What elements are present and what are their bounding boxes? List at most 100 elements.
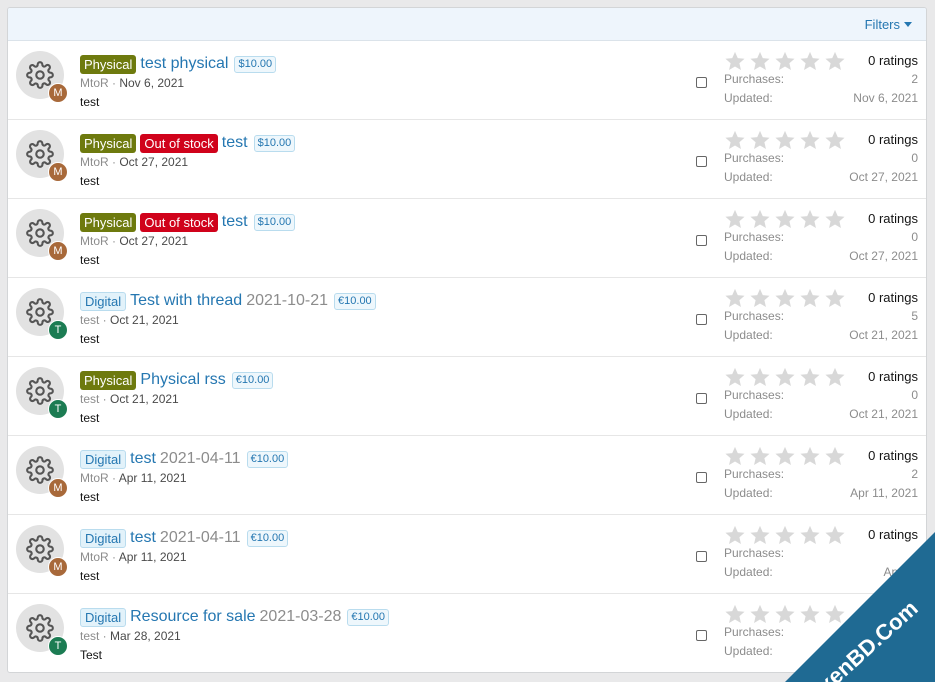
star-icon xyxy=(774,366,796,388)
star-icon xyxy=(824,208,846,230)
star-icon xyxy=(824,129,846,151)
author-link[interactable]: MtoR xyxy=(80,550,109,564)
resource-tagline: test xyxy=(80,332,100,346)
prefix-label: Out of stock xyxy=(140,133,218,153)
star-icon xyxy=(774,129,796,151)
purchases-value: 0 xyxy=(911,388,918,402)
purchases-label: Purchases: xyxy=(724,625,785,639)
resource-title-link[interactable]: test xyxy=(222,213,248,231)
star-icon xyxy=(749,524,771,546)
updated-value: Oct 21, 2021 xyxy=(849,328,918,342)
updated-label: Updated: xyxy=(724,91,773,105)
resource-avatar[interactable]: T xyxy=(16,604,68,656)
updated-pair: Updated: Oct 21, 2021 xyxy=(724,407,918,424)
resource-meta: test · Mar 28, 2021 xyxy=(80,629,181,643)
updated-value: Oct 27, 2021 xyxy=(849,170,918,184)
resource-row: M Physical Out of stock test $10.00 MtoR · Oc… xyxy=(8,199,926,278)
resource-row: M Physical test physical $10.00 MtoR · Nov 6… xyxy=(8,41,926,120)
star-icon xyxy=(724,50,746,72)
purchases-pair: Purchases: 5 xyxy=(724,625,918,642)
star-icon xyxy=(774,603,796,625)
resource-avatar[interactable]: T xyxy=(16,367,68,419)
user-avatar[interactable]: M xyxy=(48,478,68,498)
author-link[interactable]: test xyxy=(80,313,99,327)
star-icon xyxy=(749,603,771,625)
resource-avatar[interactable]: M xyxy=(16,130,68,182)
select-checkbox[interactable] xyxy=(696,156,707,167)
ratings-count: 0 ratings xyxy=(868,369,918,384)
updated-pair: Updated: Nov 6, 2021 xyxy=(724,91,918,108)
user-avatar[interactable]: T xyxy=(48,320,68,340)
resource-main: Digital Test with thread 2021-10-21 €10.00 t… xyxy=(80,290,686,346)
author-link[interactable]: MtoR xyxy=(80,155,109,169)
resource-title-link[interactable]: test physical xyxy=(140,55,228,73)
resource-avatar[interactable]: M xyxy=(16,525,68,577)
author-link[interactable]: test xyxy=(80,629,99,643)
user-avatar[interactable]: M xyxy=(48,162,68,182)
star-icon xyxy=(774,287,796,309)
resource-title-link[interactable]: test xyxy=(130,450,156,468)
resource-title-line: Digital Resource for sale 2021-03-28 €10.00 xyxy=(80,606,686,628)
resource-title-link[interactable]: Resource for sale xyxy=(130,608,255,626)
price-badge: €10.00 xyxy=(334,292,376,310)
resource-tagline: test xyxy=(80,174,100,188)
resource-avatar[interactable]: T xyxy=(16,288,68,340)
updated-value: Apr 11 xyxy=(883,565,918,579)
select-checkbox[interactable] xyxy=(696,77,707,88)
filters-button[interactable]: Filters xyxy=(865,17,912,32)
user-avatar[interactable]: M xyxy=(48,83,68,103)
price-badge: €10.00 xyxy=(231,371,274,389)
select-checkbox[interactable] xyxy=(696,393,707,404)
resource-avatar[interactable]: M xyxy=(16,51,68,103)
user-avatar[interactable]: M xyxy=(48,557,68,577)
resource-date: Oct 27, 2021 xyxy=(119,155,189,169)
user-avatar[interactable]: T xyxy=(48,636,68,656)
star-icon xyxy=(774,524,796,546)
resource-row: M Physical Out of stock test $10.00 MtoR · Oc… xyxy=(8,120,926,199)
resource-title-link[interactable]: test xyxy=(222,134,248,152)
purchases-pair: Purchases: 0 xyxy=(724,151,918,168)
resource-row: T Physical Physical rss €10.00 test · Oct 21… xyxy=(8,357,926,436)
author-link[interactable]: MtoR xyxy=(80,234,109,248)
select-checkbox[interactable] xyxy=(696,235,707,246)
purchases-pair: Purchases: xyxy=(724,546,918,563)
user-avatar[interactable]: T xyxy=(48,399,68,419)
star-icon xyxy=(799,208,821,230)
resource-title-line: Digital test 2021-04-11 €10.00 xyxy=(80,527,686,549)
resource-date: Nov 6, 2021 xyxy=(119,76,185,90)
user-avatar[interactable]: M xyxy=(48,241,68,261)
ratings-count: 0 ratings xyxy=(868,290,918,305)
select-checkbox[interactable] xyxy=(696,314,707,325)
resource-main: Digital Resource for sale 2021-03-28 €10.00… xyxy=(80,606,686,662)
star-icon xyxy=(749,50,771,72)
resource-main: Physical Out of stock test $10.00 MtoR · Oct… xyxy=(80,132,686,188)
select-checkbox[interactable] xyxy=(696,630,707,641)
ratings-count: 0 ratings xyxy=(868,527,918,542)
resource-avatar[interactable]: M xyxy=(16,446,68,498)
resource-version: 2021-04-11 xyxy=(159,529,241,546)
updated-label: Updated: xyxy=(724,328,773,342)
filter-bar: Filters xyxy=(8,8,926,41)
purchases-value: 2 xyxy=(911,467,918,481)
author-link[interactable]: MtoR xyxy=(80,76,109,90)
resource-title-link[interactable]: test xyxy=(130,529,156,547)
resource-title-link[interactable]: Physical rss xyxy=(140,371,225,389)
prefix-label: Digital xyxy=(80,607,127,627)
author-link[interactable]: test xyxy=(80,392,99,406)
author-link[interactable]: MtoR xyxy=(80,471,109,485)
prefix-label: Physical xyxy=(80,54,137,74)
resource-title-link[interactable]: Test with thread xyxy=(130,292,242,310)
ratings-count: tings xyxy=(890,606,918,621)
select-checkbox[interactable] xyxy=(696,551,707,562)
ratings-count: 0 ratings xyxy=(868,211,918,226)
resource-stats: 0 ratings Purchases: 2 Updated: Nov 6, 2021 xyxy=(724,51,918,108)
star-icon xyxy=(799,129,821,151)
select-checkbox[interactable] xyxy=(696,472,707,483)
resource-main: Digital test 2021-04-11 €10.00 MtoR · Apr 11… xyxy=(80,527,686,583)
star-icon xyxy=(749,129,771,151)
resource-row: M Digital test 2021-04-11 €10.00 MtoR · Apr 1… xyxy=(8,515,926,594)
resource-main: Physical Physical rss €10.00 test · Oct 21,… xyxy=(80,369,686,425)
purchases-value: 2 xyxy=(911,72,918,86)
resource-stats: 0 ratings Purchases: 0 Updated: Oct 27, 2021 xyxy=(724,130,918,187)
resource-avatar[interactable]: M xyxy=(16,209,68,261)
